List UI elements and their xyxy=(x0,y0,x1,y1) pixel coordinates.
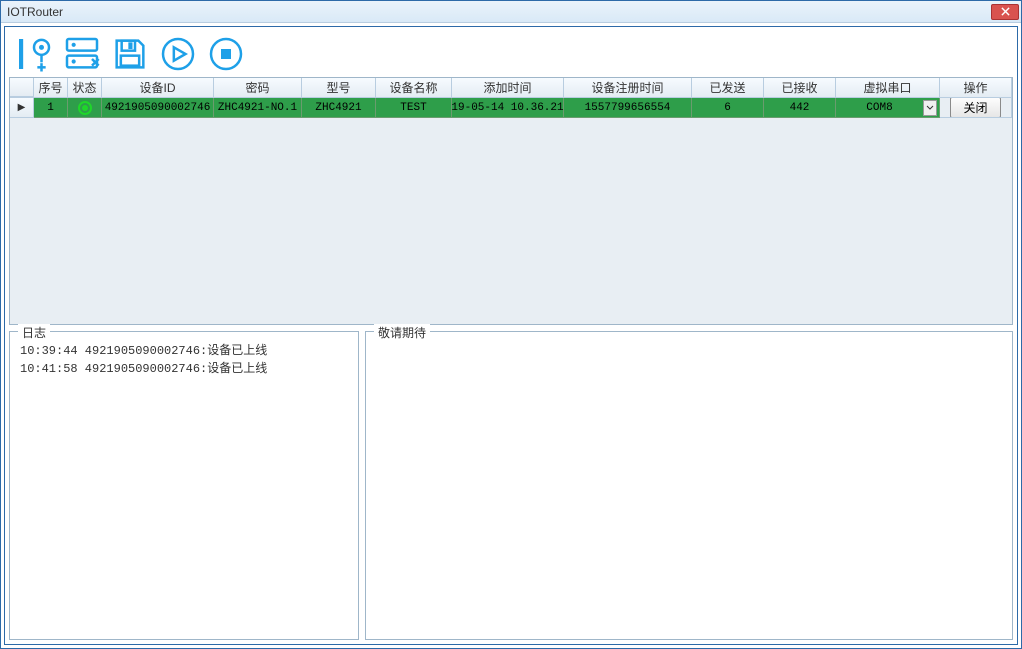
device-manage-icon xyxy=(62,34,102,74)
row-selector-header xyxy=(10,78,34,97)
cell-reg-time: 1557799656554 xyxy=(564,98,692,118)
cell-vcom: COM8 xyxy=(836,98,940,118)
cell-operation: 关闭 xyxy=(940,98,1012,118)
status-online-icon xyxy=(78,101,92,115)
coming-soon-title: 敬请期待 xyxy=(374,324,430,341)
stop-icon xyxy=(206,34,246,74)
content-frame: 序号 状态 设备ID 密码 型号 设备名称 添加时间 设备注册时间 已发送 已接… xyxy=(1,23,1021,648)
device-manage-button[interactable] xyxy=(61,33,103,75)
coming-soon-panel: 敬请期待 xyxy=(365,331,1013,640)
col-operation[interactable]: 操作 xyxy=(940,78,1012,97)
cell-model: ZHC4921 xyxy=(302,98,376,118)
grid-header-row: 序号 状态 设备ID 密码 型号 设备名称 添加时间 设备注册时间 已发送 已接… xyxy=(10,78,1012,98)
vcom-dropdown-button[interactable] xyxy=(923,100,937,116)
add-device-button[interactable] xyxy=(13,33,55,75)
save-button[interactable] xyxy=(109,33,151,75)
close-button[interactable] xyxy=(991,4,1019,20)
col-model[interactable]: 型号 xyxy=(302,78,376,97)
cell-password: ZHC4921-NO.1 xyxy=(214,98,302,118)
close-device-button[interactable]: 关闭 xyxy=(950,98,1000,118)
col-password[interactable]: 密码 xyxy=(214,78,302,97)
bottom-panels: 日志 10:39:44 4921905090002746:设备已上线 10:41… xyxy=(9,331,1013,640)
cell-device-name: TEST xyxy=(376,98,452,118)
inner-frame: 序号 状态 设备ID 密码 型号 设备名称 添加时间 设备注册时间 已发送 已接… xyxy=(4,26,1018,645)
stop-button[interactable] xyxy=(205,33,247,75)
device-grid: 序号 状态 设备ID 密码 型号 设备名称 添加时间 设备注册时间 已发送 已接… xyxy=(9,77,1013,325)
app-window: IOTRouter xyxy=(0,0,1022,649)
cell-add-time: 19-05-14 10.36.21 xyxy=(452,98,564,118)
cell-device-id: 4921905090002746 xyxy=(102,98,214,118)
play-button[interactable] xyxy=(157,33,199,75)
cell-received: 442 xyxy=(764,98,836,118)
save-icon xyxy=(110,34,150,74)
log-content: 10:39:44 4921905090002746:设备已上线 10:41:58… xyxy=(10,332,358,384)
col-status[interactable]: 状态 xyxy=(68,78,102,97)
cell-status xyxy=(68,98,102,118)
add-device-icon xyxy=(14,34,54,74)
col-sent[interactable]: 已发送 xyxy=(692,78,764,97)
log-panel-title: 日志 xyxy=(18,324,50,341)
col-index[interactable]: 序号 xyxy=(34,78,68,97)
cell-sent: 6 xyxy=(692,98,764,118)
log-line: 10:41:58 4921905090002746:设备已上线 xyxy=(20,360,348,378)
col-received[interactable]: 已接收 xyxy=(764,78,836,97)
titlebar: IOTRouter xyxy=(1,1,1021,23)
vcom-value: COM8 xyxy=(838,102,921,114)
cell-index: 1 xyxy=(34,98,68,118)
table-row[interactable]: ▶ 1 4921905090002746 ZHC4921-NO.1 ZHC492… xyxy=(10,98,1012,118)
log-line: 10:39:44 4921905090002746:设备已上线 xyxy=(20,342,348,360)
window-title: IOTRouter xyxy=(7,5,991,19)
col-device-name[interactable]: 设备名称 xyxy=(376,78,452,97)
col-reg-time[interactable]: 设备注册时间 xyxy=(564,78,692,97)
toolbar xyxy=(9,31,1013,77)
col-device-id[interactable]: 设备ID xyxy=(102,78,214,97)
chevron-down-icon xyxy=(926,105,934,111)
play-icon xyxy=(158,34,198,74)
row-selector[interactable]: ▶ xyxy=(10,98,34,118)
close-icon xyxy=(1001,7,1010,16)
grid-body: ▶ 1 4921905090002746 ZHC4921-NO.1 ZHC492… xyxy=(10,98,1012,324)
log-panel: 日志 10:39:44 4921905090002746:设备已上线 10:41… xyxy=(9,331,359,640)
coming-soon-content xyxy=(366,332,1012,348)
col-add-time[interactable]: 添加时间 xyxy=(452,78,564,97)
col-vcom[interactable]: 虚拟串口 xyxy=(836,78,940,97)
